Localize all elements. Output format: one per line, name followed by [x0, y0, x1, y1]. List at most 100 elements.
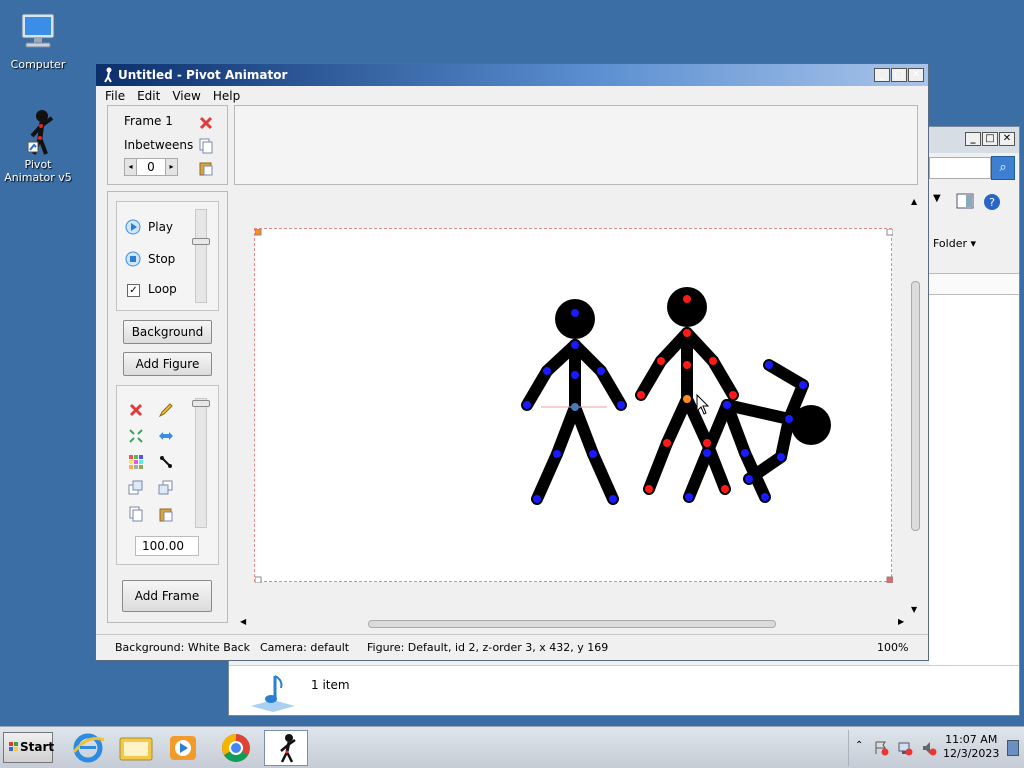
search-input[interactable] — [929, 157, 991, 179]
loop-checkbox[interactable]: ✓ — [127, 284, 140, 297]
chevron-down-icon[interactable]: ▼ — [933, 193, 941, 204]
menu-edit[interactable]: Edit — [132, 86, 165, 106]
figure-scale-slider-thumb[interactable] — [192, 400, 210, 407]
taskbar-chrome[interactable] — [214, 730, 258, 766]
vertical-scrollbar[interactable]: ▲ ▼ — [910, 191, 922, 617]
stop-icon[interactable] — [125, 251, 141, 267]
computer-icon — [14, 8, 62, 56]
flip-figure-icon[interactable] — [158, 428, 174, 444]
details-pane: 1 item — [229, 665, 1019, 715]
close-button[interactable]: ✕ — [999, 132, 1015, 146]
minimize-button[interactable]: _ — [965, 132, 981, 146]
action-center-icon[interactable] — [873, 740, 889, 759]
volume-icon[interactable] — [921, 740, 937, 759]
horizontal-scrollbar[interactable]: ◀ ▶ — [240, 617, 908, 631]
column-header[interactable] — [929, 273, 1019, 295]
inbetweens-stepper[interactable]: ◂ 0 ▸ — [124, 158, 178, 176]
scroll-right-icon[interactable]: ▶ — [898, 617, 904, 626]
stage-resize-handle[interactable] — [255, 229, 262, 236]
help-icon[interactable]: ? — [983, 193, 1001, 214]
bring-forward-icon[interactable] — [128, 480, 144, 496]
scroll-down-icon[interactable]: ▼ — [911, 605, 917, 614]
send-backward-icon[interactable] — [158, 480, 174, 496]
show-hidden-icons-icon[interactable]: ⌃ — [855, 740, 863, 751]
background-button[interactable]: Background — [123, 320, 212, 344]
desktop-icon-computer[interactable]: Computer — [0, 8, 76, 71]
show-desktop-button[interactable] — [1007, 740, 1019, 756]
stage-resize-handle[interactable] — [886, 576, 893, 583]
minimize-button[interactable]: _ — [874, 68, 890, 82]
stage-resize-handle[interactable] — [255, 576, 262, 583]
status-camera: Camera: default — [260, 641, 350, 654]
preview-pane-icon[interactable] — [956, 193, 974, 212]
menu-file[interactable]: File — [100, 86, 130, 106]
pivot-animator-icon — [14, 108, 62, 156]
desktop-icon-pivot[interactable]: Pivot Animator v5 — [0, 108, 76, 184]
taskbar-windows-explorer[interactable] — [114, 730, 158, 766]
menu-view[interactable]: View — [167, 86, 205, 106]
desktop-icon-label: Computer — [10, 58, 66, 71]
taskbar-pivot-animator[interactable] — [264, 730, 308, 766]
search-icon[interactable]: ⌕ — [991, 156, 1015, 180]
pivot-animator-window[interactable]: Untitled - Pivot Animator _ □ ✕ File Edi… — [95, 63, 929, 661]
timeline-strip[interactable] — [234, 105, 918, 185]
taskbar-internet-explorer[interactable] — [66, 730, 110, 766]
scroll-up-icon[interactable]: ▲ — [911, 197, 917, 206]
color-figure-icon[interactable] — [128, 454, 144, 470]
stop-button[interactable]: Stop — [148, 252, 175, 266]
delete-frame-icon[interactable] — [198, 115, 214, 131]
join-figure-icon[interactable] — [158, 454, 174, 470]
scroll-left-icon[interactable]: ◀ — [240, 617, 246, 626]
taskbar-media-player[interactable] — [162, 730, 206, 766]
edit-figure-icon[interactable] — [158, 402, 174, 418]
loop-label: Loop — [148, 282, 177, 296]
menu-help[interactable]: Help — [208, 86, 245, 106]
animation-stage[interactable] — [254, 228, 893, 583]
copy-frame-icon[interactable] — [198, 138, 214, 154]
center-figure-icon[interactable] — [128, 428, 144, 444]
scale-input[interactable]: 100.00 — [135, 536, 199, 556]
speed-slider[interactable] — [195, 209, 207, 303]
clock[interactable]: 11:07 AM 12/3/2023 — [943, 733, 999, 761]
copy-figure-icon[interactable] — [128, 506, 144, 522]
stage-resize-handle[interactable] — [886, 229, 893, 236]
delete-figure-icon[interactable] — [128, 402, 144, 418]
paste-figure-icon[interactable] — [158, 506, 174, 522]
speed-slider-thumb[interactable] — [192, 238, 210, 245]
figure-scale-slider[interactable] — [195, 398, 207, 528]
stick-figure-1[interactable] — [521, 339, 627, 505]
play-button[interactable]: Play — [148, 220, 173, 234]
decrement-button[interactable]: ◂ — [125, 159, 137, 175]
play-icon[interactable] — [125, 219, 141, 235]
add-figure-button[interactable]: Add Figure — [123, 352, 212, 376]
window-titlebar[interactable]: Untitled - Pivot Animator _ □ ✕ — [96, 64, 928, 86]
item-count: 1 item — [311, 678, 350, 692]
stage-drawing — [255, 229, 893, 583]
figure-2-head[interactable] — [667, 287, 707, 327]
app-icon — [101, 67, 115, 83]
window-title: Untitled - Pivot Animator — [118, 68, 288, 82]
network-icon[interactable] — [897, 740, 913, 759]
maximize-button[interactable]: □ — [891, 68, 907, 82]
music-file-icon — [249, 670, 297, 717]
figure-1-head[interactable] — [555, 299, 595, 339]
inbetweens-value[interactable]: 0 — [137, 160, 165, 174]
add-frame-button[interactable]: Add Frame — [122, 580, 212, 612]
status-bar: Background: White Back Camera: default F… — [96, 634, 928, 660]
increment-button[interactable]: ▸ — [165, 159, 177, 175]
start-button[interactable]: Start — [3, 732, 54, 763]
horizontal-scroll-thumb[interactable] — [368, 620, 776, 628]
figure-3-head[interactable] — [791, 405, 831, 445]
menu-bar: File Edit View Help — [96, 86, 928, 106]
close-button[interactable]: ✕ — [908, 68, 924, 82]
svg-text:?: ? — [989, 196, 995, 209]
canvas-area — [234, 188, 914, 620]
taskbar: Start ⌃ 11:07 AM 12/3/2023 — [0, 726, 1024, 768]
maximize-button[interactable]: □ — [982, 132, 998, 146]
frame-panel: Frame 1 Inbetweens ◂ 0 ▸ — [107, 105, 228, 185]
view-menu[interactable]: Folder ▾ — [933, 237, 976, 250]
system-tray: ⌃ 11:07 AM 12/3/2023 — [848, 730, 1020, 766]
paste-frame-icon[interactable] — [198, 160, 214, 176]
vertical-scroll-thumb[interactable] — [911, 281, 920, 531]
status-zoom: 100% — [877, 641, 909, 654]
